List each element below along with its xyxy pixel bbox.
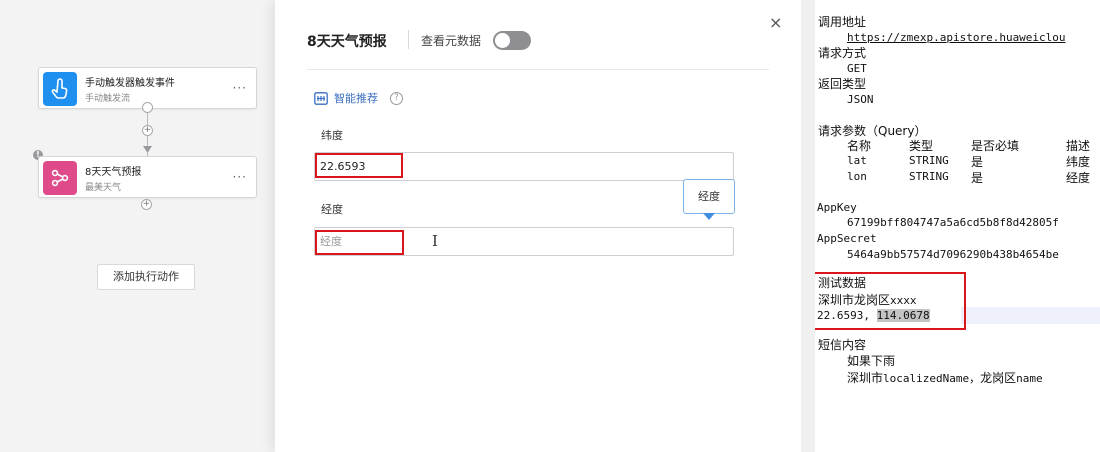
title-divider: [408, 30, 409, 49]
param-lat-required: 是: [971, 155, 984, 169]
help-icon[interactable]: ?: [390, 91, 403, 105]
add-step-plus-icon[interactable]: +: [141, 199, 152, 210]
test-location: 深圳市龙岗区xxxx: [818, 291, 917, 308]
trigger-node-subtitle: 手动触发流: [85, 94, 131, 104]
test-location-cn: 深圳市龙岗区: [818, 293, 891, 307]
param-lat-type: STRING: [909, 154, 949, 167]
sms-line2: 深圳市localizedName，龙岗区name: [847, 369, 1043, 386]
params-header-type: 类型: [909, 139, 934, 153]
tooltip-arrow-icon: [703, 213, 715, 220]
hand-tap-icon: [43, 72, 77, 106]
view-metadata-label: 查看元数据: [421, 34, 482, 48]
test-data-label: 测试数据: [818, 276, 867, 290]
flow-canvas[interactable]: 手动触发器触发事件 手动触发流 ··· + ! 8天天气预报 最美天气 ··· …: [0, 0, 275, 452]
param-lon-type: STRING: [909, 170, 949, 183]
sms-line2-district: 龙岗区: [980, 371, 1017, 385]
smart-recommend-icon: [314, 91, 328, 105]
method-label: 请求方式: [818, 46, 867, 60]
param-lon-required: 是: [971, 171, 984, 185]
notes-document[interactable]: 调用地址 https://zmexp.apistore.huaweiclou 请…: [815, 0, 1100, 452]
toggle-knob: [495, 33, 510, 48]
text-cursor-icon: I: [432, 232, 438, 250]
close-icon[interactable]: ×: [769, 13, 782, 32]
latitude-input[interactable]: 22.6593: [314, 152, 734, 181]
sms-line1: 如果下雨: [847, 354, 896, 368]
sms-line2-city: 深圳市: [847, 371, 884, 385]
smart-recommend-label: 智能推荐: [334, 92, 378, 105]
appkey-label: AppKey: [817, 201, 857, 214]
return-type-label: 返回类型: [818, 77, 867, 91]
method-value: GET: [847, 62, 867, 75]
weather-node-more-button[interactable]: ···: [233, 170, 247, 184]
appsecret-label: AppSecret: [817, 232, 877, 245]
current-line-highlight: [961, 307, 1100, 324]
sms-line2-var2: name: [1016, 372, 1043, 385]
add-action-button[interactable]: 添加执行动作: [97, 264, 195, 290]
panel-gap: [801, 0, 815, 452]
arrow-down-icon: [143, 146, 152, 153]
trigger-node-more-button[interactable]: ···: [233, 81, 247, 95]
smart-recommend-link[interactable]: 智能推荐 ?: [314, 90, 403, 106]
connector-node-dot: [142, 102, 153, 113]
params-header-required: 是否必填: [971, 139, 1020, 153]
longitude-input[interactable]: 经度: [314, 227, 734, 256]
panel-title: 8天天气预报: [307, 34, 387, 50]
params-header-desc: 描述: [1066, 139, 1091, 153]
step-config-panel: 8天天气预报 查看元数据 × 智能推荐 ? 纬度 22.6593 经度 经度 I…: [275, 0, 801, 452]
header-divider: [307, 69, 769, 70]
share-flow-icon: [43, 161, 77, 195]
insert-step-plus-icon[interactable]: +: [142, 125, 153, 136]
test-location-suffix: xxxx: [890, 294, 917, 307]
param-lon-name: lon: [847, 170, 867, 183]
param-lat-name: lat: [847, 154, 867, 167]
appsecret-value: 5464a9bb57574d7096290b438b4654be: [847, 248, 1059, 261]
longitude-label: 经度: [321, 203, 343, 216]
test-coords-lat: 22.6593,: [817, 309, 877, 322]
call-address-label: 调用地址: [818, 15, 867, 29]
sms-label: 短信内容: [818, 338, 867, 352]
call-address-url[interactable]: https://zmexp.apistore.huaweiclou: [847, 31, 1066, 44]
longitude-tooltip: 经度: [683, 179, 735, 214]
return-type-value: JSON: [847, 93, 874, 106]
trigger-node-title: 手动触发器触发事件: [85, 78, 175, 89]
view-metadata-toggle[interactable]: [493, 31, 531, 50]
param-lat-desc: 纬度: [1066, 155, 1091, 169]
latitude-label: 纬度: [321, 129, 343, 142]
sms-line2-var1: localizedName，: [883, 372, 981, 385]
test-coords: 22.6593, 114.0678: [817, 309, 930, 322]
appkey-value: 67199bff804747a5a6cd5b8f8d42805f: [847, 216, 1059, 229]
weather-node-subtitle: 最美天气: [85, 183, 122, 193]
test-coords-lon-selected[interactable]: 114.0678: [876, 309, 930, 322]
weather-node-title: 8天天气预报: [85, 167, 142, 178]
params-header-name: 名称: [847, 139, 872, 153]
param-lon-desc: 经度: [1066, 171, 1091, 185]
weather-node[interactable]: 8天天气预报 最美天气 ···: [38, 156, 257, 198]
